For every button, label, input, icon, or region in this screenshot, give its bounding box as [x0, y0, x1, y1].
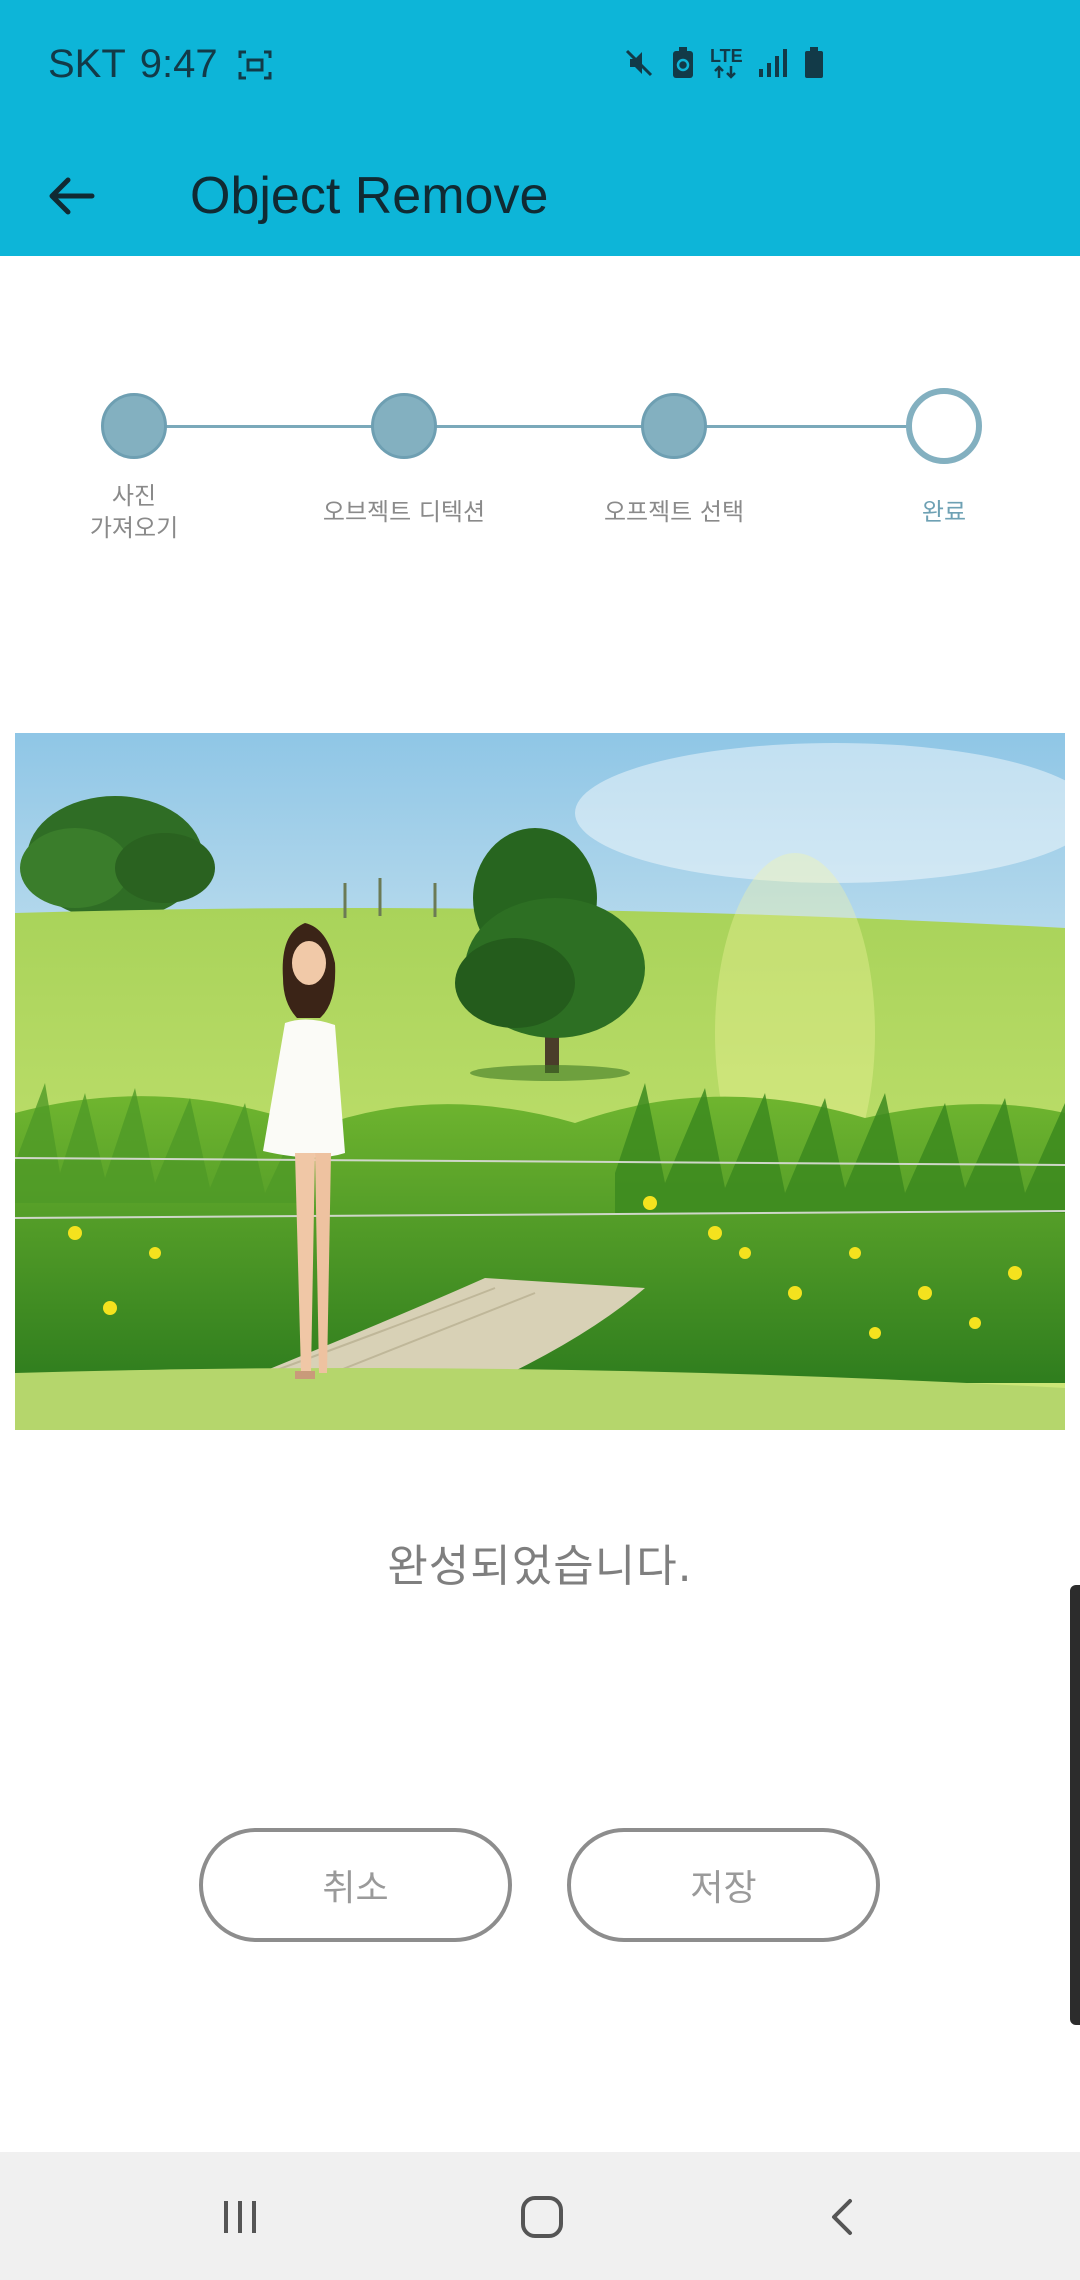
- step-label-line: 사진: [111, 482, 157, 510]
- stepper-line: [134, 425, 944, 428]
- recent-apps-button[interactable]: [200, 2182, 280, 2252]
- home-icon: [521, 2196, 563, 2238]
- page-title: Object Remove: [190, 167, 549, 225]
- arrow-left-icon: [49, 177, 95, 215]
- result-image: [15, 733, 1065, 1430]
- edge-panel-handle[interactable]: [1070, 1585, 1080, 2025]
- completion-message: 완성되었습니다.: [387, 1541, 693, 1592]
- save-button[interactable]: 저장: [567, 1828, 880, 1942]
- home-button[interactable]: [502, 2182, 582, 2252]
- battery-icon: [804, 47, 823, 78]
- cancel-button[interactable]: 취소: [199, 1828, 512, 1942]
- status-left: SKT 9:47: [48, 42, 272, 87]
- carrier-label: SKT: [48, 42, 126, 86]
- app-bar: Object Remove: [0, 136, 1080, 256]
- back-icon: [832, 2199, 852, 2235]
- cancel-button-label: 취소: [322, 1868, 389, 1909]
- signal-icon: [758, 49, 787, 77]
- step-label-complete: 완료: [921, 498, 967, 526]
- step-dot-import: [101, 393, 167, 459]
- clock: 9:47: [139, 42, 218, 86]
- lte-icon: LTE: [710, 47, 743, 79]
- status-bar: SKT 9:47 LTE: [0, 0, 1080, 136]
- system-nav-bar: [0, 2152, 1080, 2280]
- progress-stepper: 사진 가져오기 오브젝트 디텍션 오프젝트 선택 완료: [0, 380, 1080, 580]
- recent-apps-icon: [224, 2201, 256, 2233]
- step-label-detection: 오브젝트 디텍션: [322, 498, 486, 526]
- step-label-select: 오프젝트 선택: [603, 498, 745, 526]
- mute-icon: [625, 49, 653, 77]
- nav-back-button[interactable]: [804, 2182, 884, 2252]
- screenshot-icon: [238, 50, 272, 79]
- step-label-line: 가져오기: [89, 514, 179, 542]
- step-dot-detection: [371, 393, 437, 459]
- back-button[interactable]: [40, 160, 112, 232]
- step-label-import: 사진 가져오기: [24, 480, 244, 544]
- save-button-label: 저장: [690, 1868, 757, 1909]
- battery-saver-icon: [673, 47, 693, 78]
- lte-label: LTE: [710, 46, 743, 66]
- step-dot-select: [641, 393, 707, 459]
- step-dot-complete: [906, 388, 982, 464]
- status-icons: LTE: [622, 46, 825, 80]
